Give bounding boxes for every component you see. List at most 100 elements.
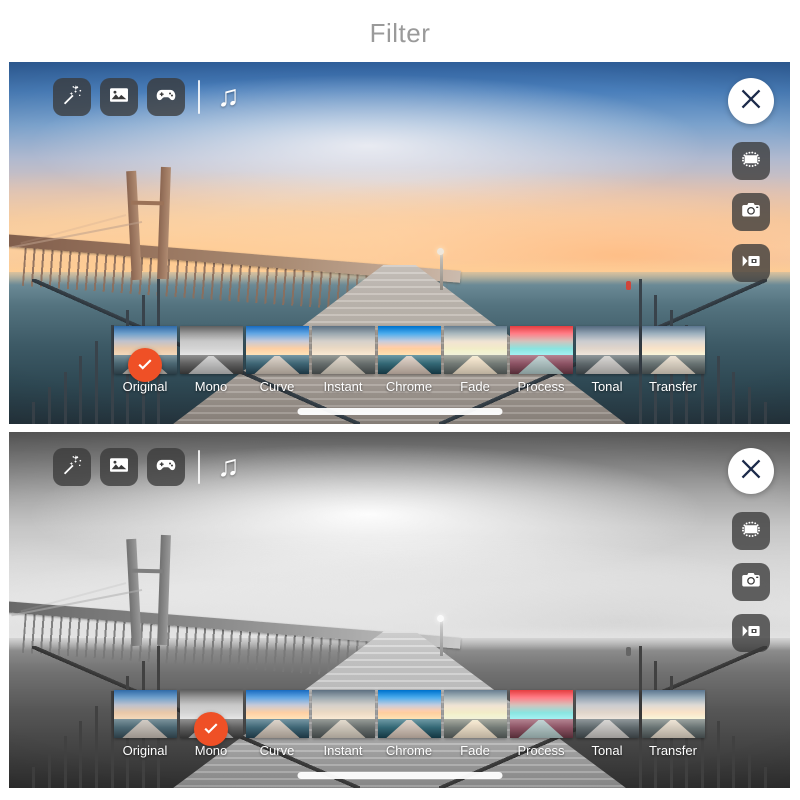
close-button[interactable]: [728, 448, 774, 494]
selected-check-badge: [128, 348, 162, 382]
magic-wand-icon: [61, 454, 83, 481]
photo-icon: [108, 84, 130, 111]
filter-item[interactable]: Process: [508, 690, 574, 758]
selected-check-badge: [194, 712, 228, 746]
panel-original: ♫ Original Mono Curve Instant Chrome Fade Proce…: [9, 62, 790, 424]
close-button[interactable]: [728, 78, 774, 124]
music-note-icon[interactable]: ♫: [217, 82, 240, 112]
right-tool-rail: [728, 78, 774, 282]
thumb-sky: [377, 326, 441, 355]
filter-thumbnail[interactable]: [113, 690, 177, 738]
filter-thumbnail[interactable]: [509, 690, 573, 738]
game-controller-button[interactable]: [147, 448, 185, 486]
filter-item[interactable]: Chrome: [376, 326, 442, 394]
filter-item[interactable]: Process: [508, 326, 574, 394]
thumb-sky: [311, 690, 375, 719]
filter-item[interactable]: Original: [112, 690, 178, 758]
filter-item[interactable]: Instant: [310, 690, 376, 758]
thumb-sky: [377, 690, 441, 719]
thumb-sky: [179, 326, 243, 355]
filter-thumbnail[interactable]: [179, 326, 243, 374]
filter-thumbnail[interactable]: [245, 690, 309, 738]
filter-item[interactable]: Fade: [442, 690, 508, 758]
filter-label: Fade: [460, 743, 490, 758]
filter-label: Original: [122, 743, 168, 758]
filter-thumbnail[interactable]: [311, 326, 375, 374]
filter-thumbnail[interactable]: [443, 690, 507, 738]
filter-item[interactable]: Chrome: [376, 690, 442, 758]
right-tool-rail: [728, 448, 774, 652]
filter-thumbnail[interactable]: [443, 326, 507, 374]
thumb-sky: [641, 690, 705, 719]
filter-item[interactable]: Transfer: [640, 690, 706, 758]
magic-wand-button[interactable]: [53, 78, 91, 116]
rotate-crop-icon: [739, 517, 763, 546]
game-controller-icon: [155, 454, 177, 481]
thumb-sky: [245, 326, 309, 355]
rotate-crop-button[interactable]: [732, 512, 770, 550]
filter-label: Instant: [323, 743, 363, 758]
thumb-sky: [443, 326, 507, 355]
filter-label: Process: [517, 379, 565, 394]
close-icon: [738, 86, 764, 117]
thumb-sky: [575, 690, 639, 719]
video-camera-button[interactable]: [732, 244, 770, 282]
filter-item[interactable]: Mono: [178, 690, 244, 758]
photo-icon: [108, 454, 130, 481]
filter-label: Instant: [323, 379, 363, 394]
home-indicator[interactable]: [297, 408, 502, 415]
video-camera-icon: [740, 620, 762, 647]
filter-label: Curve: [259, 379, 295, 394]
photo-button[interactable]: [100, 448, 138, 486]
filter-item[interactable]: Tonal: [574, 690, 640, 758]
filter-thumbnail[interactable]: [509, 326, 573, 374]
filter-item[interactable]: Mono: [178, 326, 244, 394]
video-camera-button[interactable]: [732, 614, 770, 652]
thumb-sky: [443, 690, 507, 719]
filter-item[interactable]: Original: [112, 326, 178, 394]
filter-label: Tonal: [591, 743, 623, 758]
filter-item[interactable]: Fade: [442, 326, 508, 394]
camera-button[interactable]: [732, 563, 770, 601]
filter-label: Fade: [460, 379, 490, 394]
thumb-sky: [641, 326, 705, 355]
filter-item[interactable]: Tonal: [574, 326, 640, 394]
filter-thumbnail[interactable]: [575, 690, 639, 738]
filter-item[interactable]: Curve: [244, 326, 310, 394]
camera-button[interactable]: [732, 193, 770, 231]
close-icon: [738, 456, 764, 487]
camera-icon: [740, 569, 762, 596]
camera-icon: [740, 199, 762, 226]
filter-thumbnail[interactable]: [311, 690, 375, 738]
game-controller-button[interactable]: [147, 78, 185, 116]
top-tool-cluster: ♫: [53, 448, 240, 486]
filter-item[interactable]: Instant: [310, 326, 376, 394]
filter-thumbnail[interactable]: [641, 326, 705, 374]
rotate-crop-button[interactable]: [732, 142, 770, 180]
filter-item[interactable]: Curve: [244, 690, 310, 758]
filter-strip[interactable]: Original Mono Curve Instant Chrome Fade Proces…: [112, 690, 706, 758]
photo-button[interactable]: [100, 78, 138, 116]
filter-thumbnail[interactable]: [377, 690, 441, 738]
magic-wand-icon: [61, 84, 83, 111]
filter-label: Mono: [194, 379, 228, 394]
filter-thumbnail[interactable]: [377, 326, 441, 374]
music-note-icon[interactable]: ♫: [217, 452, 240, 482]
filter-thumbnail[interactable]: [245, 326, 309, 374]
video-camera-icon: [740, 250, 762, 277]
game-controller-icon: [155, 84, 177, 111]
magic-wand-button[interactable]: [53, 448, 91, 486]
filter-thumbnail[interactable]: [575, 326, 639, 374]
home-indicator[interactable]: [297, 772, 502, 779]
filter-label: Tonal: [591, 379, 623, 394]
thumb-sky: [245, 690, 309, 719]
check-icon: [201, 719, 221, 739]
filter-strip[interactable]: Original Mono Curve Instant Chrome Fade Proces…: [112, 326, 706, 394]
filter-item[interactable]: Transfer: [640, 326, 706, 394]
filter-label: Transfer: [649, 379, 697, 394]
filter-thumbnail[interactable]: [641, 690, 705, 738]
check-icon: [135, 355, 155, 375]
filter-label: Process: [517, 743, 565, 758]
top-tool-cluster: ♫: [53, 78, 240, 116]
thumb-sky: [575, 326, 639, 355]
